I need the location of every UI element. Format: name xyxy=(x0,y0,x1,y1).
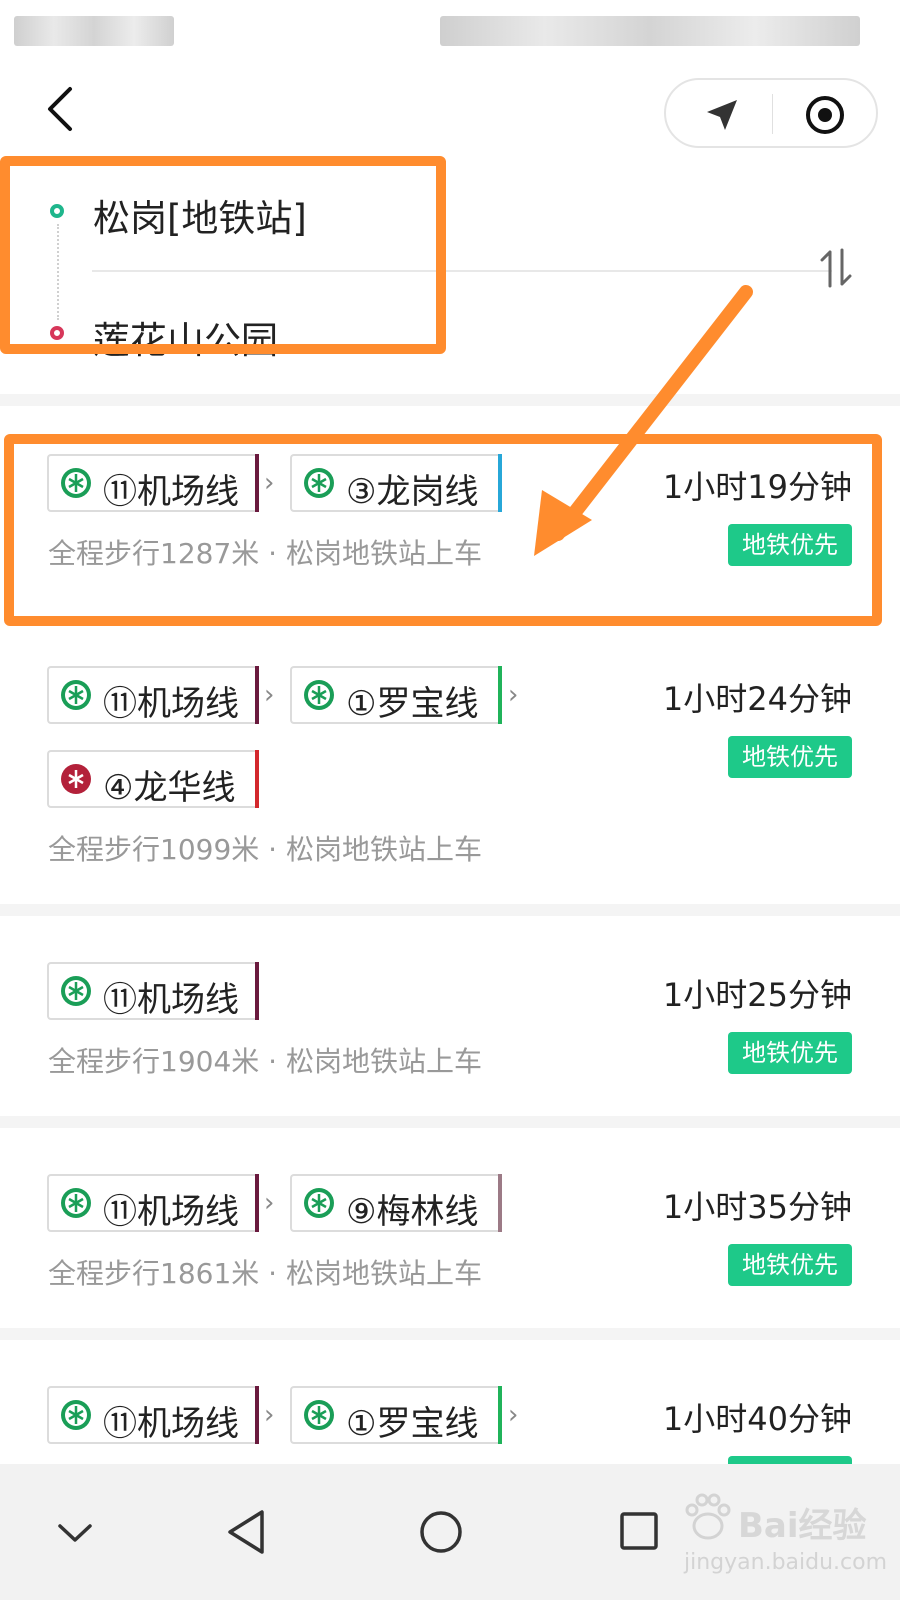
metro-logo-icon xyxy=(61,1400,91,1430)
start-dot-icon xyxy=(50,204,64,218)
line-label: ⑪机场线 xyxy=(103,980,239,1020)
line-color-bar xyxy=(498,454,502,512)
route-description: 全程步行1861米 · 松岗地铁站上车 xyxy=(48,1257,482,1290)
metro-logo-icon xyxy=(61,1188,91,1218)
watermark-url: jingyan.baidu.com xyxy=(684,1550,888,1575)
route-tag: 地铁优先 xyxy=(728,1456,852,1464)
line-label: ④龙华线 xyxy=(103,768,236,808)
line-color-bar xyxy=(498,1386,502,1444)
line-color-bar xyxy=(498,1174,502,1232)
line-color-bar xyxy=(255,750,259,808)
line-label: ⑪机场线 xyxy=(103,1192,239,1232)
locate-button[interactable] xyxy=(804,94,846,136)
nav-collapse-button[interactable] xyxy=(40,1496,110,1566)
swap-button[interactable] xyxy=(818,246,854,290)
line-chip: ⑨梅林线 xyxy=(290,1174,502,1232)
route-tag: 地铁优先 xyxy=(728,1032,852,1074)
recents-square-icon xyxy=(620,1512,658,1550)
chevron-right-icon: › xyxy=(508,680,519,710)
chevron-right-icon: › xyxy=(508,1400,519,1430)
line-label: ⑪机场线 xyxy=(103,472,239,512)
line-color-bar xyxy=(255,962,259,1020)
section-gap xyxy=(0,394,900,406)
field-separator xyxy=(92,270,832,272)
back-arrow-icon xyxy=(48,87,72,131)
line-chip: ⑪机场线 xyxy=(47,666,259,724)
map-controls-pill xyxy=(664,78,878,148)
back-triangle-icon xyxy=(228,1510,264,1554)
chevron-down-icon xyxy=(58,1524,92,1542)
metro-logo-icon xyxy=(304,1188,334,1218)
line-chip: ①罗宝线 xyxy=(290,666,502,724)
nav-back-button[interactable] xyxy=(210,1496,280,1566)
line-label: ⑨梅林线 xyxy=(346,1192,479,1232)
baidu-jingyan-watermark: Bai经验 jingyan.baidu.com xyxy=(680,1478,887,1588)
navigate-button[interactable] xyxy=(701,94,743,136)
metro-logo-icon xyxy=(61,680,91,710)
metro-logo-icon xyxy=(61,976,91,1006)
line-chip: ①罗宝线 xyxy=(290,1386,502,1444)
start-location-field[interactable]: 松岗[地铁站] xyxy=(93,188,307,242)
line-color-bar xyxy=(255,666,259,724)
route-description: 全程步行1099米 · 松岗地铁站上车 xyxy=(48,833,482,866)
line-chip: ⑪机场线 xyxy=(47,454,259,512)
status-bar xyxy=(0,0,900,60)
metro-logo-icon xyxy=(61,764,91,794)
line-label: ①罗宝线 xyxy=(346,684,479,724)
chevron-right-icon: › xyxy=(264,680,275,710)
home-circle-icon xyxy=(420,1511,462,1553)
route-option-4[interactable]: ⑪机场线 › ⑨梅林线 1小时35分钟 地铁优先 全程步行1861米 · 松岗地… xyxy=(0,1128,900,1328)
line-color-bar xyxy=(255,454,259,512)
chevron-right-icon: › xyxy=(264,468,275,498)
route-duration: 1小时35分钟 xyxy=(662,1188,852,1226)
line-chip: ④龙华线 xyxy=(47,750,259,808)
route-description: 全程步行1904米 · 松岗地铁站上车 xyxy=(48,1045,482,1078)
line-label: ③龙岗线 xyxy=(346,472,479,512)
metro-logo-icon xyxy=(304,680,334,710)
nav-recents-button[interactable] xyxy=(604,1496,674,1566)
route-option-3[interactable]: ⑪机场线 1小时25分钟 地铁优先 全程步行1904米 · 松岗地铁站上车 xyxy=(0,916,900,1116)
end-dot-icon xyxy=(50,326,64,340)
section-gap xyxy=(0,904,900,916)
route-description: 全程步行1287米 · 松岗地铁站上车 xyxy=(48,537,482,570)
line-color-bar xyxy=(255,1386,259,1444)
route-duration: 1小时25分钟 xyxy=(662,976,852,1014)
line-chip: ⑪机场线 xyxy=(47,1386,259,1444)
section-gap xyxy=(0,1328,900,1340)
line-chip: ⑪机场线 xyxy=(47,1174,259,1232)
line-label: ⑪机场线 xyxy=(103,684,239,724)
metro-logo-icon xyxy=(304,1400,334,1430)
paw-logo-icon xyxy=(685,1493,731,1540)
line-color-bar xyxy=(255,1174,259,1232)
route-tag: 地铁优先 xyxy=(728,736,852,778)
watermark-logo-text: Bai经验 xyxy=(738,1506,867,1546)
line-label: ⑪机场线 xyxy=(103,1404,239,1444)
line-color-bar xyxy=(498,666,502,724)
route-duration: 1小时24分钟 xyxy=(662,680,852,718)
pill-divider xyxy=(772,94,773,134)
status-bar-right-blurred xyxy=(440,16,860,46)
route-option-5[interactable]: ⑪机场线 › ①罗宝线 › 1小时40分钟 地铁优先 xyxy=(0,1340,900,1464)
metro-logo-icon xyxy=(61,468,91,498)
nav-home-button[interactable] xyxy=(406,1496,476,1566)
route-option-2[interactable]: ⑪机场线 › ①罗宝线 › ④龙华线 1小时24分钟 地铁优先 全程步行1099… xyxy=(0,630,900,902)
swap-vertical-icon xyxy=(820,248,852,288)
line-chip: ⑪机场线 xyxy=(47,962,259,1020)
annotation-arrow-icon xyxy=(534,285,753,556)
line-label: ①罗宝线 xyxy=(346,1404,479,1444)
back-button[interactable] xyxy=(40,84,80,134)
route-dotted-connector xyxy=(57,224,59,320)
line-chip: ③龙岗线 xyxy=(290,454,502,512)
section-gap xyxy=(0,1116,900,1128)
route-option-1[interactable]: ⑪机场线 › ③龙岗线 1小时19分钟 地铁优先 全程步行1287米 · 松岗地… xyxy=(0,406,900,622)
navigate-arrow-icon xyxy=(707,100,737,130)
status-bar-left-blurred xyxy=(14,16,174,46)
route-tag: 地铁优先 xyxy=(728,1244,852,1286)
metro-logo-icon xyxy=(304,468,334,498)
chevron-right-icon: › xyxy=(264,1400,275,1430)
route-duration: 1小时40分钟 xyxy=(662,1400,852,1438)
locate-target-icon xyxy=(806,96,844,134)
chevron-right-icon: › xyxy=(264,1188,275,1218)
end-location-field[interactable]: 莲花山公园 xyxy=(93,310,278,364)
